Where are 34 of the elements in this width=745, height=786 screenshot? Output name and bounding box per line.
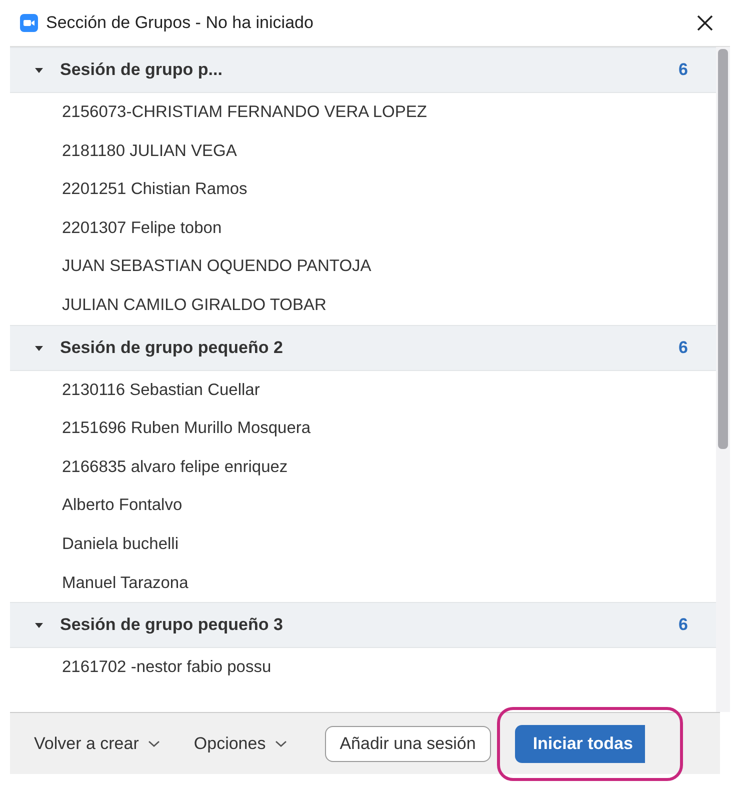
participant-name[interactable]: Daniela buchelli	[10, 524, 716, 564]
dropdown-button[interactable]: Opciones	[184, 728, 297, 760]
member-count: 6	[678, 338, 688, 358]
participant-name[interactable]: 2201251 Chistian Ramos	[10, 170, 716, 209]
participant-name[interactable]: 2181180 JULIAN VEGA	[10, 132, 716, 170]
group-name: Sesión de grupo p...	[60, 60, 224, 80]
add-session-button[interactable]: Añadir una sesión	[324, 726, 491, 762]
dropdown-button[interactable]: Volver a crear	[24, 728, 170, 760]
participant-name[interactable]: Alberto Fontalvo	[10, 486, 716, 525]
app-logo-icon	[20, 14, 38, 32]
chevron-down-icon	[274, 740, 287, 748]
chevron-down-icon	[148, 740, 160, 748]
group-header[interactable]: Sesión de grupo pequeño 2 6	[10, 324, 716, 371]
scrollbar[interactable]	[716, 47, 730, 712]
participant-name[interactable]: 2201307 Felipe tobon	[10, 208, 716, 248]
close-button[interactable]	[695, 13, 715, 33]
window-title: Sección de Grupos - No ha iniciado	[46, 13, 314, 33]
participant-name[interactable]: JULIAN CAMILO GIRALDO TOBAR	[10, 286, 716, 325]
group-header[interactable]: Sesión de grupo p... 6	[10, 47, 716, 93]
participant-name[interactable]: 2156073-CHRISTIAM FERNANDO VERA LOPEZ	[10, 93, 716, 132]
group-header[interactable]: Sesión de grupo pequeño 3 6	[10, 602, 716, 648]
group-name: Sesión de grupo pequeño 3	[60, 615, 284, 636]
member-count: 6	[678, 615, 688, 636]
scrollbar-thumb[interactable]	[718, 49, 728, 449]
participant-name[interactable]: 2166835 alvaro felipe enriquez	[10, 448, 716, 486]
participant-name[interactable]: 2130116 Sebastian Cuellar	[10, 370, 716, 410]
close-icon	[697, 15, 713, 31]
participant-name[interactable]: Manuel Tarazona	[10, 564, 716, 602]
participant-name[interactable]: JUAN SEBASTIAN OQUENDO PANTOJA	[10, 247, 716, 286]
start-all-button[interactable]: Iniciar todas	[514, 724, 645, 762]
participant-name[interactable]: 2161702 -nestor fabio possu	[10, 648, 716, 687]
group-name: Sesión de grupo pequeño 2	[60, 338, 284, 358]
member-count: 6	[678, 60, 688, 80]
participant-name[interactable]: 2151696 Ruben Murillo Mosquera	[10, 409, 716, 448]
